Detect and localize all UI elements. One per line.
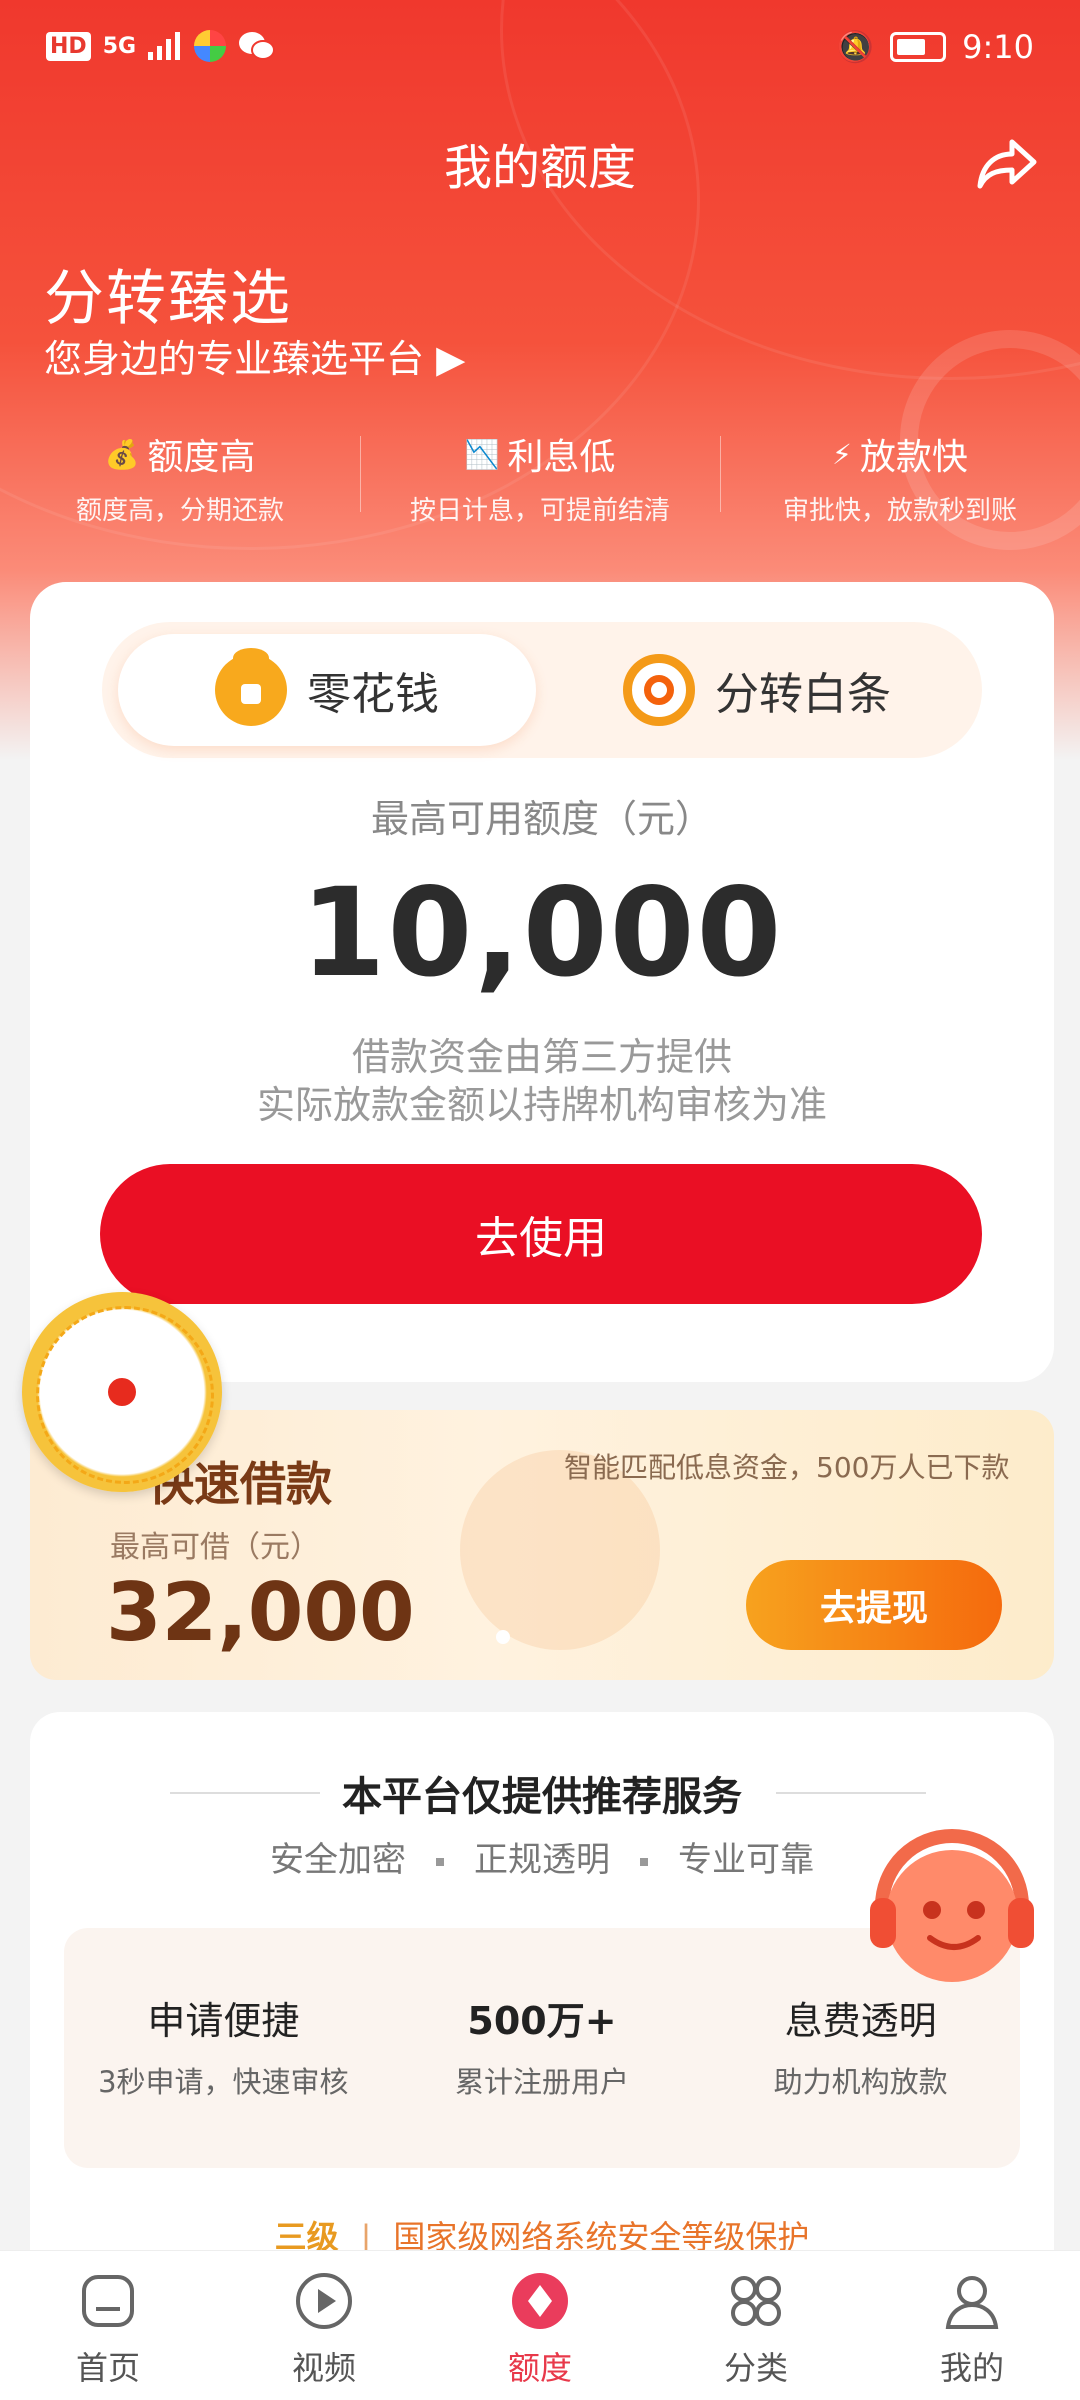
nav-video[interactable]: 视频 (216, 2251, 432, 2400)
quota-amount: 10,000 (300, 862, 784, 1004)
tab-credit-iou[interactable]: 分转白条 (548, 634, 966, 746)
benefit-item: 500万+ 累计注册用户 (455, 1999, 630, 2099)
chart-icon: 📉 (464, 437, 500, 471)
profile-icon (945, 2276, 999, 2329)
wheel-hub (104, 1374, 140, 1410)
clock: 9:10 (962, 28, 1034, 66)
feature-low-interest: 📉 利息低 按日计息，可提前结清 (360, 428, 720, 527)
wechat-icon (239, 32, 276, 60)
approval-note: 实际放款金额以持牌机构审核为准 (256, 1083, 827, 1127)
signal-bars-icon (148, 32, 181, 60)
lightning-icon: ⚡ (832, 437, 852, 471)
nav-category[interactable]: 分类 (648, 2251, 864, 2400)
mute-bell-icon: 🔕 (836, 29, 875, 65)
category-icon (731, 2276, 781, 2326)
feature-row: 💰 额度高 额度高，分期还款 📉 利息低 按日计息，可提前结清 ⚡ 放款快 审批快，放… (0, 428, 1080, 527)
quick-loan-tagline: 智能匹配低息资金，500万人已下款 (564, 1451, 1010, 1484)
feature-high-quota: 💰 额度高 额度高，分期还款 (75, 437, 284, 526)
quick-loan-amount: 32,000 (106, 1566, 415, 1659)
money-bag-icon: 💰 (104, 437, 140, 471)
use-button[interactable]: 去使用 (100, 1164, 982, 1304)
nav-profile[interactable]: 我的 (864, 2251, 1080, 2400)
share-icon[interactable] (972, 128, 1042, 198)
quick-loan-label: 最高可借（元） (110, 1530, 320, 1565)
quota-icon (512, 2273, 568, 2329)
brand-title: 分转臻选 (44, 264, 292, 334)
tab-pocket-money[interactable]: 零花钱 (118, 634, 536, 746)
bottom-nav: 首页 视频 额度 分类 我的 (0, 2250, 1080, 2400)
hd-indicator: HD (46, 31, 91, 61)
battery-icon (890, 32, 947, 62)
money-bag-icon (215, 648, 287, 726)
nav-quota[interactable]: 额度 (432, 2251, 648, 2400)
signal-indicator: 5G (102, 33, 137, 59)
lucky-wheel-icon[interactable] (22, 1292, 222, 1492)
video-icon (296, 2273, 352, 2329)
quota-card: 零花钱 分转白条 最高可用额度（元） 10,000 借款资金由第三方提供 实际放… (30, 582, 1054, 1382)
tag-separator (436, 1857, 444, 1866)
nav-home[interactable]: 首页 (0, 2251, 216, 2400)
app-notification-icon (194, 30, 227, 62)
feature-fast-loan: ⚡ 放款快 审批快，放款秒到账 (720, 428, 1080, 527)
carousel-dot (496, 1630, 510, 1644)
benefit-item: 申请便捷 3秒申请，快速审核 (98, 1999, 349, 2099)
home-icon (82, 2275, 134, 2327)
tag-separator (640, 1857, 648, 1866)
withdraw-button[interactable]: 去提现 (746, 1560, 1002, 1650)
brand-subtitle[interactable]: 您身边的专业臻选平台 ▶ (44, 328, 465, 383)
page-title: 我的额度 (443, 140, 636, 196)
funding-note: 借款资金由第三方提供 (351, 1035, 732, 1079)
product-tab-switcher: 零花钱 分转白条 (102, 622, 982, 758)
target-icon (623, 654, 695, 726)
quota-label: 最高可用额度（元） (370, 797, 713, 841)
customer-service-icon[interactable] (852, 1806, 1052, 2006)
status-bar: HD 5G 🔕 9:10 (0, 0, 1080, 100)
